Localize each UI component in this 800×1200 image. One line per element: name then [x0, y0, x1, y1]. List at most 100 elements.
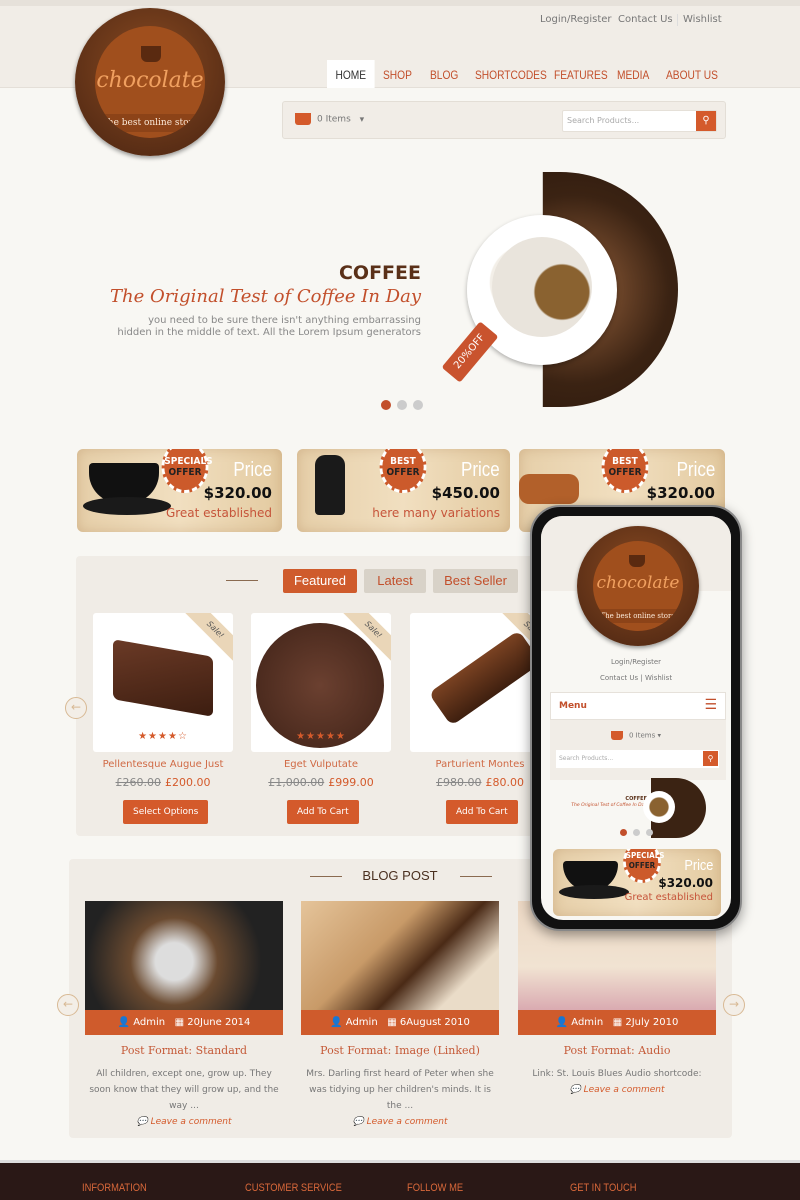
search-input[interactable]: Search Products... ⚲ — [562, 110, 717, 132]
product-card[interactable]: Sale! ★★★★★ — [251, 613, 391, 752]
slider-dot-1[interactable] — [381, 400, 391, 410]
hero-text-1: you need to be sure there isn't anything… — [148, 315, 421, 326]
divider — [460, 876, 492, 877]
product-card[interactable]: Sale! — [410, 613, 550, 752]
cart-count: 0 Items — [317, 114, 351, 125]
footer-heading-get-in-touch: GET IN TOUCH — [570, 1182, 637, 1194]
offer-badge: BEST OFFER — [601, 449, 649, 493]
cake-image — [256, 623, 384, 748]
offer-text: here many variations — [372, 506, 500, 520]
slider-dot-2[interactable] — [397, 400, 407, 410]
phone-search-input[interactable]: Search Products... ⚲ — [556, 750, 719, 768]
logo-tagline: The best online store — [95, 114, 205, 132]
basket-icon — [295, 113, 311, 125]
menu-label: Menu — [559, 701, 587, 711]
chocolate-image — [113, 639, 213, 717]
hero-title: COFFEE — [338, 262, 421, 284]
blog-title: BLOG POST — [362, 868, 438, 883]
cinnamon-image — [519, 474, 579, 504]
hamburger-icon[interactable]: ☰ — [704, 697, 717, 713]
comment-icon: 💬 — [352, 1117, 364, 1127]
nav-shortcodes[interactable]: SHORTCODES — [475, 60, 547, 88]
post-title[interactable]: Post Format: Standard — [85, 1044, 283, 1057]
prev-arrow-icon[interactable]: ← — [57, 994, 79, 1016]
nav-features[interactable]: FEATURES — [554, 60, 608, 88]
hero-subtitle: The Original Test of Coffee In Day — [110, 286, 421, 307]
divider — [226, 580, 258, 581]
leave-comment-link[interactable]: 💬 Leave a comment — [301, 1114, 499, 1130]
offer-card[interactable]: SPECIALS OFFER Price $320.00 Great establis… — [77, 449, 282, 532]
price-label: Price — [461, 459, 500, 481]
phone-logo: chocolate The best online store — [577, 526, 699, 646]
divider — [677, 14, 678, 26]
next-arrow-icon[interactable]: → — [723, 994, 745, 1016]
slider-dot-3[interactable] — [413, 400, 423, 410]
price-label: Price — [233, 459, 272, 481]
hero-text-2: hidden in the middle of text. All the Lo… — [117, 327, 421, 338]
footer-heading-information: INFORMATION — [82, 1182, 147, 1194]
phone-login-link[interactable]: Login/Register — [541, 658, 731, 666]
comment-icon: 💬 — [136, 1117, 148, 1127]
calendar-icon: ▦ — [612, 1017, 623, 1028]
user-icon: 👤 — [555, 1017, 569, 1028]
add-to-cart-button[interactable]: Add To Cart — [287, 800, 359, 824]
phone-cart[interactable]: 0 Items ▾ — [541, 731, 731, 740]
blog-image[interactable] — [85, 901, 283, 1011]
offer-text: Great established — [165, 506, 272, 520]
phone-wishlist-link[interactable]: Wishlist — [645, 674, 672, 682]
phone-screen: chocolate The best online store Login/Reg… — [541, 516, 731, 920]
calendar-icon: ▦ — [174, 1017, 185, 1028]
caret-down-icon: ▾ — [359, 114, 365, 125]
price-value: $450.00 — [431, 484, 500, 502]
prev-arrow-icon[interactable]: ← — [65, 697, 87, 719]
cart-bar: 0 Items ▾ Search Products... ⚲ — [282, 101, 726, 139]
logo[interactable]: chocolate The best online store — [75, 8, 225, 156]
phone-offer-card[interactable]: SPECIALS OFFER Price $320.00 Great establis… — [553, 849, 721, 916]
nav-media[interactable]: MEDIA — [617, 60, 649, 88]
rating-stars: ★★★★☆ — [138, 731, 188, 742]
tab-best-seller[interactable]: Best Seller — [433, 569, 518, 593]
logo-text: chocolate — [96, 68, 204, 93]
leave-comment-link[interactable]: 💬 Leave a comment — [85, 1114, 283, 1130]
phone-menu-bar[interactable]: Menu ☰ — [550, 692, 726, 720]
nav-blog[interactable]: BLOG — [430, 60, 458, 88]
search-icon: ⚲ — [702, 115, 710, 126]
post-title[interactable]: Post Format: Audio — [518, 1044, 716, 1057]
post-meta: 👤 Admin ▦ 6August 2010 — [301, 1010, 499, 1035]
search-button[interactable]: ⚲ — [696, 111, 716, 131]
product-price: £1,000.00 £999.00 — [268, 776, 374, 789]
offer-card[interactable]: BEST OFFER Price $450.00 here many variatio… — [297, 449, 510, 532]
leave-comment-link[interactable]: 💬 Leave a comment — [518, 1082, 716, 1098]
link-contact[interactable]: Contact Us — [618, 14, 673, 25]
product-price: £260.00 £200.00 — [115, 776, 211, 789]
post-meta: 👤 Admin ▦ 20June 2014 — [85, 1010, 283, 1035]
post-meta: 👤 Admin ▦ 2July 2010 — [518, 1010, 716, 1035]
add-to-cart-button[interactable]: Add To Cart — [446, 800, 518, 824]
comment-icon: 💬 — [569, 1085, 581, 1095]
product-name[interactable]: Eget Vulputate — [242, 759, 400, 770]
product-card[interactable]: Sale! ★★★★☆ — [93, 613, 233, 752]
nav-about-us[interactable]: ABOUT US — [666, 60, 718, 88]
tab-featured[interactable]: Featured — [283, 569, 357, 593]
user-icon: 👤 — [117, 1017, 131, 1028]
search-placeholder: Search Products... — [567, 116, 640, 125]
link-login[interactable]: Login/Register — [540, 14, 612, 25]
phone-contact-link[interactable]: Contact Us — [600, 674, 638, 682]
price-label: Price — [676, 459, 715, 481]
search-icon: ⚲ — [703, 751, 718, 766]
nav-shop[interactable]: SHOP — [383, 60, 412, 88]
phone-mockup: chocolate The best online store Login/Reg… — [530, 505, 742, 931]
link-wishlist[interactable]: Wishlist — [683, 14, 722, 25]
blog-image[interactable] — [301, 901, 499, 1011]
tab-latest[interactable]: Latest — [364, 569, 426, 593]
nav-home[interactable]: HOME — [327, 60, 375, 88]
post-title[interactable]: Post Format: Image (Linked) — [301, 1044, 499, 1057]
select-options-button[interactable]: Select Options — [123, 800, 209, 824]
rating-stars: ★★★★★ — [296, 731, 346, 742]
footer-heading-customer-service: CUSTOMER SERVICE — [245, 1182, 342, 1194]
cart-dropdown[interactable]: 0 Items ▾ — [295, 113, 364, 125]
coffee-cup-icon — [629, 555, 645, 567]
user-icon: 👤 — [330, 1017, 343, 1028]
coffee-pot-image — [315, 455, 345, 515]
product-name[interactable]: Pellentesque Augue Just — [84, 759, 242, 770]
